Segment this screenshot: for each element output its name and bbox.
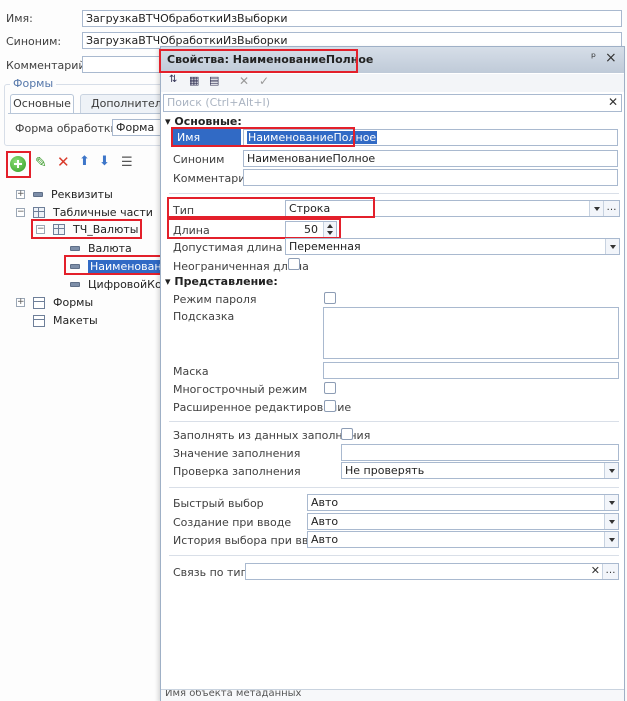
- filter-icon[interactable]: ▤: [209, 74, 219, 87]
- prop-synonym-label: Синоним: [173, 153, 225, 166]
- comment-label: Комментарий:: [6, 59, 90, 72]
- unlimited-length-checkbox[interactable]: [288, 258, 300, 270]
- properties-toolbar: ⇅ ▦ ▤ ✕ ✓: [161, 74, 624, 92]
- tree-item-templates[interactable]: Макеты: [33, 314, 98, 327]
- name-label: Имя:: [6, 12, 33, 25]
- move-up-icon[interactable]: ⬆: [79, 154, 90, 169]
- link-by-type-select-button[interactable]: …: [602, 564, 618, 579]
- list-icon[interactable]: ☰: [121, 155, 133, 170]
- prop-quick-choice-field[interactable]: Авто: [307, 494, 619, 511]
- prop-link-by-type-label: Связь по типу: [173, 566, 255, 579]
- prop-allowed-length-label: Допустимая длина: [173, 241, 283, 254]
- categories-icon[interactable]: ▦: [189, 74, 199, 87]
- prop-hint-label: Подсказка: [173, 310, 235, 323]
- name-highlight: [171, 127, 355, 147]
- prop-create-on-input-label: Создание при вводе: [173, 516, 292, 529]
- sort-icon[interactable]: ⇅: [169, 74, 177, 85]
- divider: [169, 421, 619, 422]
- template-icon: [33, 314, 45, 327]
- tree-item-attributes[interactable]: + Реквизиты: [16, 188, 113, 201]
- synonym-label: Синоним:: [6, 35, 62, 48]
- fill-from-data-checkbox[interactable]: [341, 428, 353, 440]
- prop-link-by-type-field[interactable]: … ✕: [245, 563, 619, 580]
- close-icon[interactable]: ×: [605, 50, 617, 66]
- attribute-icon: [33, 192, 43, 197]
- tree-item-currency[interactable]: Валюта: [70, 242, 132, 255]
- extended-edit-checkbox[interactable]: [324, 400, 336, 412]
- description-text: Имя объекта метаданных: [165, 689, 302, 699]
- prop-fill-check-field[interactable]: Не проверять: [341, 462, 619, 479]
- name-item-highlight: [64, 255, 162, 275]
- prop-mask-label: Маска: [173, 365, 209, 378]
- link-by-type-clear-icon[interactable]: ✕: [591, 564, 600, 577]
- add-button-highlight: [6, 151, 31, 178]
- tree-item-forms[interactable]: + Формы: [16, 296, 93, 309]
- tab-divider: [8, 113, 164, 114]
- divider: [169, 487, 619, 488]
- quick-choice-dropdown-icon[interactable]: [604, 495, 618, 510]
- prop-quick-choice-label: Быстрый выбор: [173, 497, 264, 510]
- form-field[interactable]: Форма: [112, 119, 164, 136]
- pin-icon[interactable]: ᵖ: [591, 50, 596, 64]
- move-down-icon[interactable]: ⬇: [99, 154, 110, 169]
- prop-comment-label: Комментарий: [173, 172, 253, 185]
- tab-main[interactable]: Основные: [10, 94, 74, 113]
- prop-allowed-length-field[interactable]: Переменная: [285, 238, 620, 255]
- multiline-checkbox[interactable]: [324, 382, 336, 394]
- prop-fill-value-label: Значение заполнения: [173, 447, 301, 460]
- expand-icon[interactable]: +: [16, 190, 25, 199]
- form-icon: [33, 296, 45, 309]
- section-view-header: ▾ Представление:: [165, 275, 278, 288]
- prop-fill-value-field[interactable]: [341, 444, 619, 461]
- password-mode-checkbox[interactable]: [324, 292, 336, 304]
- prop-synonym-field[interactable]: НаименованиеПолное: [243, 150, 618, 167]
- clear-search-icon[interactable]: ✕: [608, 95, 618, 109]
- prop-comment-field[interactable]: [243, 169, 618, 186]
- prop-multiline-label: Многострочный режим: [173, 383, 308, 396]
- attribute-icon: [70, 246, 80, 251]
- tch-highlight: [31, 219, 142, 239]
- prop-choice-history-field[interactable]: Авто: [307, 531, 619, 548]
- create-on-input-dropdown-icon[interactable]: [604, 514, 618, 529]
- apply-icon[interactable]: ✓: [259, 74, 269, 88]
- prop-choice-history-label: История выбора при вводе: [173, 534, 330, 547]
- fill-check-dropdown-icon[interactable]: [604, 463, 618, 478]
- collapse-icon[interactable]: −: [16, 208, 25, 217]
- prop-create-on-input-field[interactable]: Авто: [307, 513, 619, 530]
- prop-mask-field[interactable]: [323, 362, 619, 379]
- length-highlight: [167, 218, 341, 239]
- edit-icon[interactable]: ✎: [35, 155, 47, 171]
- expand-icon[interactable]: +: [16, 298, 25, 307]
- title-highlight: [159, 49, 358, 73]
- allowed-length-dropdown-icon[interactable]: [605, 239, 619, 254]
- search-input[interactable]: Поиск (Ctrl+Alt+I) ✕: [163, 94, 622, 112]
- divider: [169, 555, 619, 556]
- delete-icon[interactable]: ✕: [57, 153, 70, 171]
- tree-item-tabular-sections[interactable]: − Табличные части: [16, 206, 153, 219]
- cancel-icon[interactable]: ✕: [239, 74, 249, 88]
- choice-history-dropdown-icon[interactable]: [604, 532, 618, 547]
- form-label: Форма обработки:: [15, 122, 122, 135]
- type-select-button[interactable]: …: [603, 201, 619, 216]
- prop-fill-check-label: Проверка заполнения: [173, 465, 301, 478]
- attribute-icon: [70, 282, 80, 287]
- properties-panel: Свойства: НаименованиеПолное ᵖ × ⇅ ▦ ▤ ✕…: [159, 46, 625, 701]
- type-highlight: [167, 197, 375, 218]
- description-area: Имя объекта метаданных: [161, 689, 624, 701]
- prop-hint-field[interactable]: [323, 307, 619, 359]
- tab-additional[interactable]: Дополнитель: [80, 94, 164, 113]
- prop-password-mode-label: Режим пароля: [173, 293, 257, 306]
- type-dropdown-icon[interactable]: [589, 201, 603, 216]
- table-icon: [33, 207, 45, 218]
- forms-group-label: Формы: [10, 77, 57, 90]
- name-field[interactable]: ЗагрузкаВТЧОбработкиИзВыборки: [82, 10, 622, 27]
- tree-item-digital-code[interactable]: ЦифровойКод: [70, 278, 169, 291]
- divider: [169, 193, 619, 194]
